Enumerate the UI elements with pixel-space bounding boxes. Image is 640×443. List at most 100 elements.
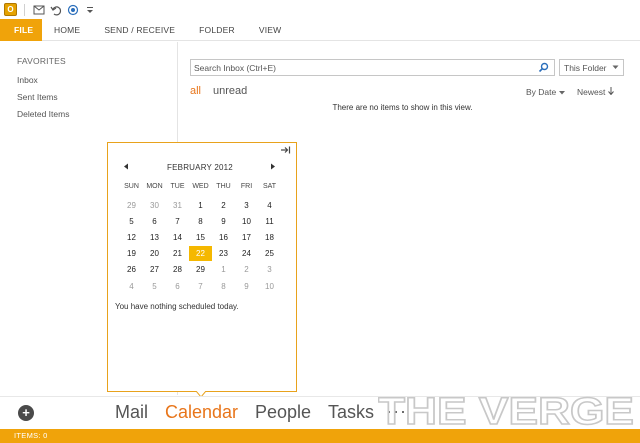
ribbon-tabs: FILE HOME SEND / RECEIVE FOLDER VIEW <box>0 18 640 41</box>
weekday-mon: MON <box>146 183 163 190</box>
calendar-day[interactable]: 24 <box>235 249 258 258</box>
calendar-day[interactable]: 10 <box>258 282 281 291</box>
filter-unread[interactable]: unread <box>213 85 247 97</box>
search-input[interactable]: Search Inbox (Ctrl+E) <box>190 59 555 76</box>
qat-separator <box>24 3 25 16</box>
calendar-day[interactable]: 25 <box>258 249 281 258</box>
weekday-tue: TUE <box>170 183 185 190</box>
calendar-day[interactable]: 16 <box>212 233 235 242</box>
calendar-day[interactable]: 7 <box>166 217 189 226</box>
sort-by-dropdown[interactable]: By Date <box>526 87 565 97</box>
weekday-sat: SAT <box>262 183 277 190</box>
calendar-day-today[interactable]: 22 <box>189 246 212 262</box>
calendar-grid: SUN MON TUE WED THU FRI SAT 29 30 31 1 2… <box>120 180 281 294</box>
empty-message: There are no items to show in this view. <box>332 103 473 112</box>
calendar-day[interactable]: 29 <box>189 265 212 274</box>
search-placeholder: Search Inbox (Ctrl+E) <box>194 62 276 73</box>
calendar-day[interactable]: 3 <box>258 265 281 274</box>
customize-icon[interactable] <box>83 3 96 16</box>
calendar-day[interactable]: 17 <box>235 233 258 242</box>
calendar-day[interactable]: 7 <box>189 282 212 291</box>
weekday-fri: FRI <box>240 183 253 190</box>
calendar-day[interactable]: 2 <box>235 265 258 274</box>
search-scope-dropdown[interactable]: This Folder <box>559 59 624 76</box>
calendar-day[interactable]: 9 <box>212 217 235 226</box>
favorites-heading[interactable]: FAVORITES <box>17 56 177 66</box>
next-month-button[interactable] <box>270 163 276 172</box>
previous-month-button[interactable] <box>123 163 129 172</box>
calendar-day[interactable]: 27 <box>143 265 166 274</box>
tab-send-receive[interactable]: SEND / RECEIVE <box>92 19 187 41</box>
calendar-day[interactable]: 8 <box>189 217 212 226</box>
nav-item-mail[interactable]: Mail <box>115 402 148 423</box>
chevron-down-icon <box>558 91 565 95</box>
tab-folder[interactable]: FOLDER <box>187 19 247 41</box>
calendar-day[interactable]: 5 <box>120 217 143 226</box>
nav-item-calendar[interactable]: Calendar <box>165 402 238 423</box>
folder-item-sent-items[interactable]: Sent Items <box>17 89 177 106</box>
calendar-day[interactable]: 1 <box>212 265 235 274</box>
calendar-day[interactable]: 21 <box>166 249 189 258</box>
calendar-day[interactable]: 4 <box>120 282 143 291</box>
calendar-day[interactable]: 4 <box>258 201 281 210</box>
tab-file[interactable]: FILE <box>0 18 42 41</box>
calendar-week: 29 30 31 1 2 3 4 <box>120 197 281 213</box>
calendar-day[interactable]: 15 <box>189 233 212 242</box>
calendar-day[interactable]: 6 <box>166 282 189 291</box>
calendar-day[interactable]: 31 <box>166 201 189 210</box>
nav-item-tasks[interactable]: Tasks <box>328 402 374 423</box>
calendar-day[interactable]: 1 <box>189 201 212 210</box>
svg-text:THE VERGE: THE VERGE <box>378 391 634 432</box>
weekday-header-row: SUN MON TUE WED THU FRI SAT <box>120 180 281 193</box>
calendar-day[interactable]: 3 <box>235 201 258 210</box>
watermark-logo: THE VERGE <box>378 390 635 432</box>
touch-mode-icon[interactable] <box>66 3 79 16</box>
status-bar: ITEMS: 0 <box>0 429 640 443</box>
items-count: ITEMS: 0 <box>14 431 48 440</box>
weekday-sun: SUN <box>124 183 139 190</box>
calendar-day[interactable]: 19 <box>120 249 143 258</box>
tab-view[interactable]: VIEW <box>247 19 294 41</box>
send-receive-icon[interactable] <box>32 3 45 16</box>
calendar-day[interactable]: 5 <box>143 282 166 291</box>
calendar-day[interactable]: 20 <box>143 249 166 258</box>
calendar-day[interactable]: 23 <box>212 249 235 258</box>
outlook-app-icon[interactable]: O <box>4 3 17 16</box>
weekday-thu: THU <box>216 183 231 190</box>
add-icon[interactable]: + <box>18 405 34 421</box>
calendar-day[interactable]: 2 <box>212 201 235 210</box>
calendar-week: 12 13 14 15 16 17 18 <box>120 229 281 245</box>
calendar-day[interactable]: 29 <box>120 201 143 210</box>
nav-item-people[interactable]: People <box>255 402 311 423</box>
sort-by-label: By Date <box>526 87 557 97</box>
calendar-week: 19 20 21 22 23 24 25 <box>120 246 281 262</box>
folder-item-deleted-items[interactable]: Deleted Items <box>17 106 177 123</box>
calendar-day[interactable]: 30 <box>143 201 166 210</box>
calendar-day[interactable]: 11 <box>258 217 281 226</box>
calendar-day[interactable]: 6 <box>143 217 166 226</box>
nothing-scheduled-text: You have nothing scheduled today. <box>115 302 239 311</box>
folder-item-inbox[interactable]: Inbox <box>17 72 177 89</box>
calendar-day[interactable]: 10 <box>235 217 258 226</box>
calendar-day[interactable]: 18 <box>258 233 281 242</box>
calendar-day[interactable]: 28 <box>166 265 189 274</box>
tab-home[interactable]: HOME <box>42 19 92 41</box>
sort-order-label: Newest <box>577 87 606 97</box>
calendar-day[interactable]: 14 <box>166 233 189 242</box>
search-icon[interactable] <box>538 62 549 73</box>
undo-icon[interactable] <box>49 3 62 16</box>
calendar-week: 4 5 6 7 8 9 10 <box>120 278 281 294</box>
calendar-day[interactable]: 13 <box>143 233 166 242</box>
filter-all[interactable]: all <box>190 85 201 97</box>
chevron-down-icon <box>612 65 619 69</box>
dock-peek-icon[interactable] <box>281 146 291 156</box>
quick-access-toolbar: O <box>0 0 640 19</box>
calendar-day[interactable]: 9 <box>235 282 258 291</box>
calendar-day[interactable]: 12 <box>120 233 143 242</box>
search-scope-label: This Folder <box>564 62 607 73</box>
calendar-day[interactable]: 26 <box>120 265 143 274</box>
calendar-week: 26 27 28 29 1 2 3 <box>120 262 281 278</box>
arrow-down-icon <box>607 87 614 96</box>
sort-order-toggle[interactable]: Newest <box>577 87 614 97</box>
calendar-day[interactable]: 8 <box>212 282 235 291</box>
